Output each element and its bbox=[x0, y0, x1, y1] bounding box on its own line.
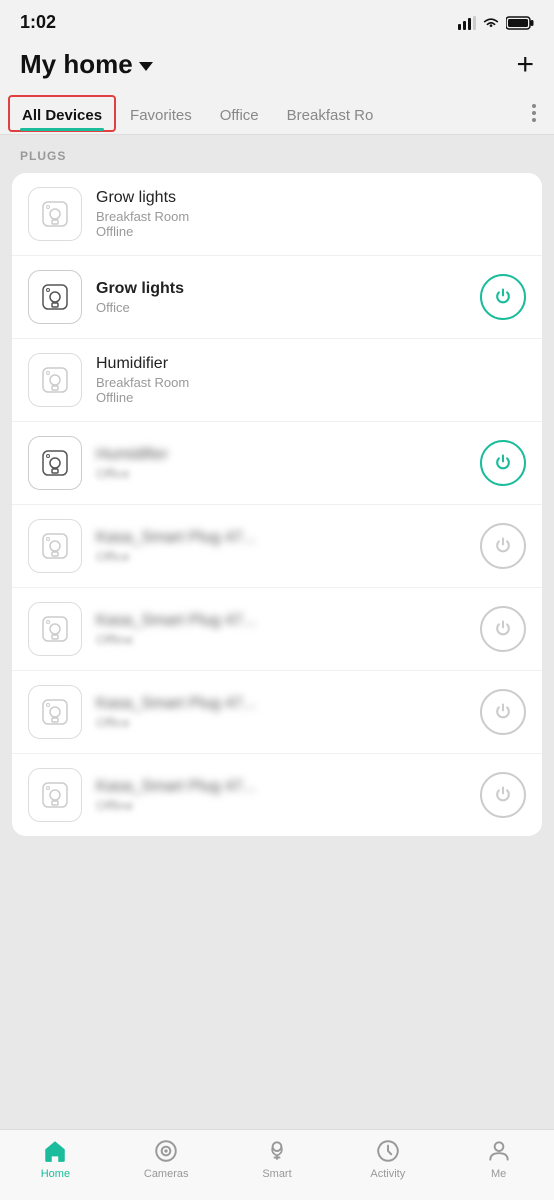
device-info: Humidifier Office bbox=[96, 446, 466, 481]
device-info: Kasa_Smart Plug 47... Office bbox=[96, 529, 466, 564]
smart-icon bbox=[264, 1138, 290, 1164]
battery-icon bbox=[506, 16, 534, 30]
wifi-icon bbox=[482, 16, 500, 30]
device-name: Grow lights bbox=[96, 189, 526, 207]
device-name: Kasa_Smart Plug 47... bbox=[96, 695, 466, 713]
nav-item-activity[interactable]: Activity bbox=[358, 1138, 418, 1180]
nav-item-me[interactable]: Me bbox=[469, 1138, 529, 1180]
device-icon bbox=[28, 685, 82, 739]
device-name: Kasa_Smart Plug 47... bbox=[96, 778, 466, 796]
device-icon bbox=[28, 768, 82, 822]
add-button[interactable]: + bbox=[516, 50, 534, 80]
device-icon bbox=[28, 519, 82, 573]
device-location: Breakfast Room bbox=[96, 375, 526, 390]
device-item: Humidifier Office bbox=[12, 422, 542, 505]
device-status: Offline bbox=[96, 390, 526, 405]
section-label-plugs: PLUGS bbox=[0, 135, 554, 169]
device-status: Offline bbox=[96, 224, 526, 239]
power-icon bbox=[493, 785, 513, 805]
power-icon bbox=[493, 536, 513, 556]
tab-breakfast-ro[interactable]: Breakfast Ro bbox=[273, 95, 388, 132]
power-button-off[interactable] bbox=[480, 606, 526, 652]
device-info: Kasa_Smart Plug 47... Offline bbox=[96, 612, 466, 647]
home-title: My home bbox=[20, 49, 133, 80]
status-icons bbox=[458, 16, 534, 30]
power-button-on[interactable] bbox=[480, 440, 526, 486]
device-icon bbox=[28, 436, 82, 490]
device-info: Kasa_Smart Plug 47... Offline bbox=[96, 778, 466, 813]
device-item: Kasa_Smart Plug 47... Office bbox=[12, 505, 542, 588]
home-icon bbox=[42, 1138, 68, 1164]
device-icon bbox=[28, 602, 82, 656]
device-name: Kasa_Smart Plug 47... bbox=[96, 529, 466, 547]
tab-bar: All Devices Favorites Office Breakfast R… bbox=[0, 92, 554, 135]
status-time: 1:02 bbox=[20, 12, 56, 33]
device-info: Grow lights Office bbox=[96, 280, 466, 315]
tab-all-devices[interactable]: All Devices bbox=[8, 95, 116, 132]
nav-item-home[interactable]: Home bbox=[25, 1138, 85, 1180]
device-location: Offline bbox=[96, 798, 466, 813]
power-button-off[interactable] bbox=[480, 689, 526, 735]
device-item: Kasa_Smart Plug 47... Offline bbox=[12, 754, 542, 836]
nav-label-me: Me bbox=[491, 1168, 506, 1180]
device-location: Office bbox=[96, 466, 466, 481]
device-item: Grow lights Office bbox=[12, 256, 542, 339]
status-bar: 1:02 bbox=[0, 0, 554, 41]
bottom-nav: Home Cameras Smart bbox=[0, 1129, 554, 1200]
chevron-down-icon bbox=[139, 62, 153, 71]
device-item: Kasa_Smart Plug 47... Offline bbox=[12, 588, 542, 671]
nav-label-cameras: Cameras bbox=[144, 1168, 189, 1180]
device-info: Kasa_Smart Plug 47... Office bbox=[96, 695, 466, 730]
device-name: Humidifier bbox=[96, 355, 526, 373]
power-button-on[interactable] bbox=[480, 274, 526, 320]
nav-label-activity: Activity bbox=[370, 1168, 405, 1180]
activity-icon bbox=[375, 1138, 401, 1164]
power-button-off[interactable] bbox=[480, 772, 526, 818]
nav-label-home: Home bbox=[41, 1168, 70, 1180]
nav-label-smart: Smart bbox=[262, 1168, 291, 1180]
cameras-icon bbox=[153, 1138, 179, 1164]
tab-more-button[interactable] bbox=[522, 92, 546, 134]
power-icon bbox=[493, 453, 513, 473]
header: My home + bbox=[0, 41, 554, 92]
device-item: Humidifier Breakfast Room Offline bbox=[12, 339, 542, 422]
device-info: Grow lights Breakfast Room Offline bbox=[96, 189, 526, 239]
device-location: Office bbox=[96, 549, 466, 564]
power-icon bbox=[493, 619, 513, 639]
signal-icon bbox=[458, 16, 476, 30]
device-icon bbox=[28, 353, 82, 407]
header-title[interactable]: My home bbox=[20, 49, 153, 80]
device-name: Kasa_Smart Plug 47... bbox=[96, 612, 466, 630]
device-location: Breakfast Room bbox=[96, 209, 526, 224]
power-icon bbox=[493, 287, 513, 307]
device-location: Office bbox=[96, 300, 466, 315]
tab-favorites[interactable]: Favorites bbox=[116, 95, 206, 132]
device-icon bbox=[28, 187, 82, 241]
device-info: Humidifier Breakfast Room Offline bbox=[96, 355, 526, 405]
device-item: Grow lights Breakfast Room Offline bbox=[12, 173, 542, 256]
nav-item-cameras[interactable]: Cameras bbox=[136, 1138, 196, 1180]
me-icon bbox=[486, 1138, 512, 1164]
device-list: Grow lights Breakfast Room Offline Grow … bbox=[12, 173, 542, 836]
power-icon bbox=[493, 702, 513, 722]
device-name: Humidifier bbox=[96, 446, 466, 464]
device-item: Kasa_Smart Plug 47... Office bbox=[12, 671, 542, 754]
power-button-off[interactable] bbox=[480, 523, 526, 569]
device-location: Office bbox=[96, 715, 466, 730]
device-location: Offline bbox=[96, 632, 466, 647]
device-icon bbox=[28, 270, 82, 324]
tab-office[interactable]: Office bbox=[206, 95, 273, 132]
device-name: Grow lights bbox=[96, 280, 466, 298]
nav-item-smart[interactable]: Smart bbox=[247, 1138, 307, 1180]
